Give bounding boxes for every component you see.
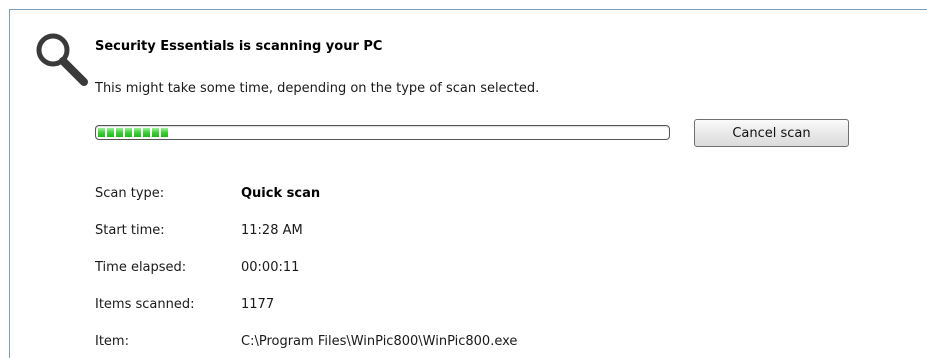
time-elapsed-value: 00:00:11 (241, 260, 300, 275)
progress-segment (152, 128, 159, 137)
current-item-label: Item: (95, 334, 129, 349)
scan-title: Security Essentials is scanning your PC (95, 39, 383, 54)
scan-type-label: Scan type: (95, 186, 165, 201)
progress-segment (134, 128, 141, 137)
items-scanned-label: Items scanned: (95, 297, 195, 312)
progress-segment (143, 128, 150, 137)
magnifier-icon (36, 33, 88, 86)
start-time-value: 11:28 AM (241, 223, 303, 238)
start-time-label: Start time: (95, 223, 165, 238)
scan-subtitle: This might take some time, depending on … (95, 81, 540, 96)
items-scanned-value: 1177 (241, 297, 275, 312)
scan-type-value: Quick scan (241, 186, 321, 201)
scan-panel: Security Essentials is scanning your PC … (9, 9, 927, 358)
scan-progress-bar (95, 125, 670, 140)
scan-progress-fill (98, 128, 168, 137)
progress-segment (161, 128, 168, 137)
cancel-scan-button[interactable]: Cancel scan (694, 119, 849, 147)
progress-segment (125, 128, 132, 137)
progress-segment (98, 128, 105, 137)
time-elapsed-label: Time elapsed: (95, 260, 187, 275)
current-item-value: C:\Program Files\WinPic800\WinPic800.exe (241, 334, 518, 349)
progress-segment (116, 128, 123, 137)
progress-segment (107, 128, 114, 137)
